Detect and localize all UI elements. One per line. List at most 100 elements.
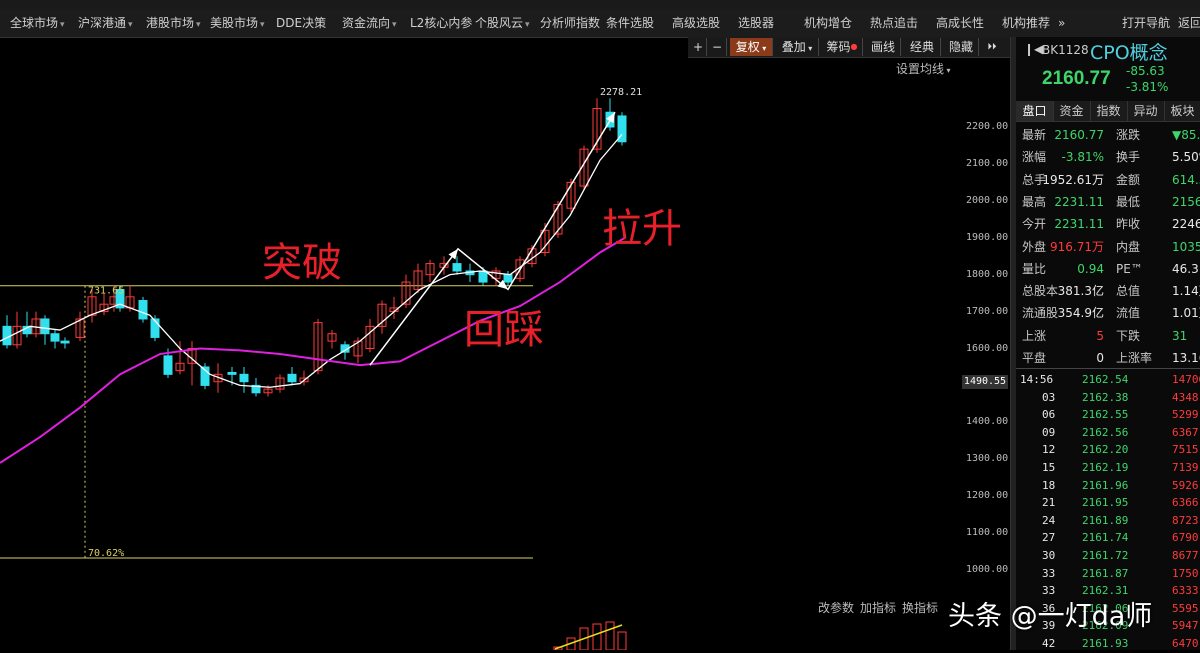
price-change-pct: -3.81% [1126,80,1169,94]
quote-label: 涨幅 [1022,150,1047,165]
chevron-down-icon: ▾ [128,20,133,30]
menu-item-5[interactable]: 资金流向 ▾ [342,9,397,37]
draw-line-button[interactable]: 画线 [866,38,901,56]
tick-price: 2161.72 [1082,549,1129,562]
tick-row: 14:56 2162.54 14706 [1016,371,1200,389]
candle-body [503,274,513,283]
tick-row: 30 2161.72 8677 [1016,547,1200,565]
tick-price: 2161.89 [1082,513,1129,527]
tick-time: 30 [1042,549,1056,562]
tab-1[interactable]: 资金 [1053,101,1091,121]
hide-button[interactable]: 隐藏 [944,38,979,56]
quote-label: 最低 [1116,194,1141,209]
quote-label: 量比 [1022,261,1047,276]
fuquan-button[interactable]: 复权 ▾ [730,38,773,56]
menu-item-label: 分析师指数 [540,16,601,30]
chevron-down-icon: ▾ [392,20,397,30]
menu-item-2[interactable]: 港股市场 ▾ [146,9,201,37]
y-tick-label: 1100.00 [966,527,1009,539]
menu-item-18[interactable]: 返回 [1178,9,1200,37]
tick-volume: 7139 [1172,461,1199,474]
classic-button[interactable]: 经典 [904,38,941,56]
overlay-button[interactable]: 叠加 ▾ [776,38,819,56]
volume-bar [605,621,615,650]
menu-item-0[interactable]: 全球市场 ▾ [10,9,65,37]
menu-item-label: 返回 [1178,16,1200,30]
menu-item-13[interactable]: 热点追击 [870,9,918,37]
quote-label: 今开 [1022,217,1047,232]
chart-toolbar: + − 复权 ▾ 叠加 ▾ 筹码● 画线 经典 隐藏 ⏵⏵ [688,37,1010,58]
quote-row: 上涨 5 下跌 31 [1016,325,1200,347]
y-tick-label: 1200.00 [966,490,1009,502]
switch-indicator-button[interactable]: 换指标 [902,599,938,616]
quote-value: 0.94 [1077,261,1104,276]
menu-item-9[interactable]: 条件选股 [606,9,654,37]
tick-volume: 5947 [1172,619,1199,633]
menu-item-11[interactable]: 选股器 [738,9,774,37]
quote-label: 金额 [1116,172,1141,187]
quote-value: ▼85.63 [1172,128,1200,142]
tick-time: 27 [1042,531,1056,545]
tab-4[interactable]: 板块 [1164,101,1200,121]
tick-time: 33 [1042,566,1056,580]
menu-item-15[interactable]: 机构推荐 [1002,9,1050,37]
quote-value: 381.3亿 [1057,284,1104,299]
quote-row: 流通股354.9亿流值 1.01万亿 [1016,302,1200,324]
back-icon[interactable]: ❙◀ [1024,42,1043,56]
chevron-down-icon: ▾ [196,20,201,30]
quote-value: -3.81% [1061,150,1104,165]
menu-item-8[interactable]: 分析师指数 [540,9,600,37]
menu-item-label: 机构推荐 [1002,16,1051,30]
menu-item-3[interactable]: 美股市场 ▾ [210,9,265,37]
tick-time: 18 [1042,478,1056,492]
zoom-in-button[interactable]: + [690,38,707,56]
change-param-button[interactable]: 改参数 [818,599,854,616]
quote-value: 13.16% [1172,351,1200,365]
menu-item-label: DDE决策 [276,16,327,30]
menu-item-6[interactable]: L2核心内参 [410,9,472,37]
zoom-out-button[interactable]: − [708,38,727,56]
quote-value: 1035.90万 [1172,239,1200,254]
quote-value: 31 [1172,328,1188,343]
tick-volume: 5299 [1172,408,1199,422]
candle-body [60,340,70,344]
menu-item-7[interactable]: 个股风云 ▾ [475,9,530,37]
tick-time: 06 [1042,408,1056,422]
tab-2[interactable]: 指数 [1090,101,1128,121]
annotation-lift: 拉升 [602,206,682,252]
tick-row: 21 2161.95 6366 [1016,494,1200,512]
candle-body [239,373,249,383]
tick-row: 15 2162.19 7139 [1016,459,1200,477]
menu-item-4[interactable]: DDE决策 [276,9,326,37]
quote-value: 2231.11 [1054,194,1104,209]
quote-row: 平盘 0 上涨率 13.16% [1016,347,1200,369]
y-tick-label: 2000.00 [966,194,1009,206]
top-strip [0,0,1200,9]
tab-3[interactable]: 异动 [1127,101,1165,121]
kline-chart[interactable]: 2278.21 731.65 70.62% 2200.00 2100.00 2000.0… [0,57,1010,650]
expand-icon[interactable]: ⏵⏵ [978,38,1006,56]
menu-item-14[interactable]: 高成长性 [936,9,984,37]
ref-low-label: 70.62% [88,548,124,559]
high-price-label: 2278.21 [600,87,642,98]
menu-item-10[interactable]: 高级选股 [672,9,720,37]
menu-item-17[interactable]: 打开导航 [1122,9,1170,37]
chips-button[interactable]: 筹码● [822,38,863,56]
tick-price: 2162.19 [1082,461,1129,474]
quote-row: 总股本381.3亿总值 1.14万亿 [1016,280,1200,302]
chevron-down-icon: ▾ [759,44,767,53]
add-indicator-button[interactable]: 加指标 [860,599,896,616]
tick-time: 21 [1042,496,1056,510]
menu-item-1[interactable]: 沪深港通 ▾ [78,9,133,37]
menu-item-12[interactable]: 机构增仓 [804,9,852,37]
quote-label: 昨收 [1116,217,1141,232]
quote-label: 平盘 [1022,351,1047,365]
y-tick-label: 1000.00 [966,564,1009,575]
stock-name: CPO概念 [1090,42,1168,64]
tab-0[interactable]: 盘口 [1016,101,1054,121]
tick-row: 27 2161.74 6790 [1016,529,1200,547]
menu-item-label: » [1058,16,1066,30]
quote-value: 354.9亿 [1057,306,1104,321]
y-tick-label: 1600.00 [966,342,1009,354]
menu-item-16[interactable]: » [1058,9,1065,37]
